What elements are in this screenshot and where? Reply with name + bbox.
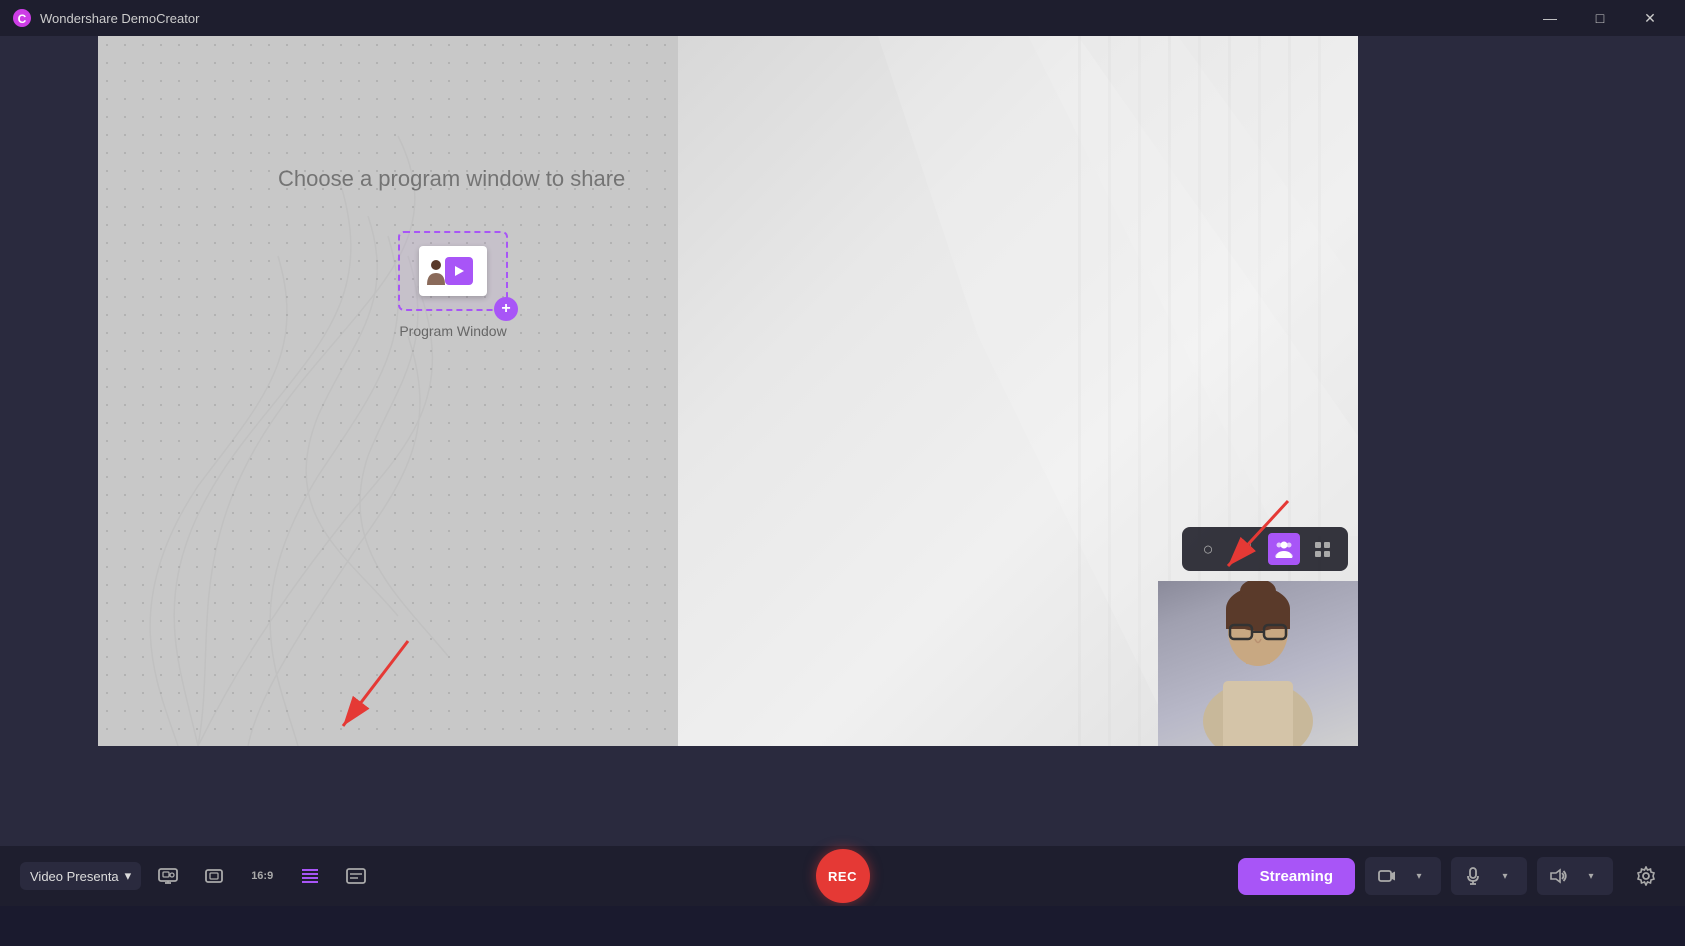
webcam-person-btn[interactable]	[1268, 533, 1300, 565]
play-triangle-icon	[452, 264, 466, 278]
app-logo: C	[12, 8, 32, 28]
caption-button[interactable]	[337, 857, 375, 895]
screen-icon	[158, 868, 178, 884]
overlay-button[interactable]	[195, 857, 233, 895]
webcam-circle-btn[interactable]: ○	[1192, 533, 1224, 565]
record-button[interactable]: REC	[816, 849, 870, 903]
bottom-toolbar: Video Presenta ▾ 16:9	[0, 846, 1685, 906]
stripe-pattern-icon	[300, 867, 320, 885]
add-program-button[interactable]: +	[494, 297, 518, 321]
webcam-square-btn[interactable]: □	[1230, 533, 1262, 565]
webcam-controls-panel: ○ □	[1182, 527, 1348, 571]
mic-group: ▾	[1451, 857, 1527, 895]
title-bar: C Wondershare DemoCreator — □ ✕	[0, 0, 1685, 36]
program-window-inner	[419, 246, 487, 296]
webcam-grid-btn[interactable]	[1306, 533, 1338, 565]
minimize-button[interactable]: —	[1527, 3, 1573, 33]
streaming-button[interactable]: Streaming	[1238, 858, 1355, 895]
person-icon	[425, 257, 447, 285]
toolbar-left: Video Presenta ▾ 16:9	[20, 857, 375, 895]
mic-icon	[1466, 867, 1480, 885]
canvas-area: Choose a program window to share	[98, 36, 1358, 746]
webcam-overlay	[1158, 581, 1358, 746]
play-button-icon	[445, 257, 473, 285]
ratio-label: 16:9	[251, 870, 273, 882]
ratio-button[interactable]: 16:9	[241, 857, 283, 895]
webcam-grid-icon	[1314, 541, 1331, 558]
close-button[interactable]: ✕	[1627, 3, 1673, 33]
caption-icon	[346, 868, 366, 884]
toolbar-center: REC	[816, 849, 870, 903]
camera-chevron-button[interactable]: ▾	[1403, 860, 1435, 892]
speaker-button[interactable]	[1543, 860, 1575, 892]
camera-button[interactable]	[1371, 860, 1403, 892]
speaker-icon	[1550, 868, 1568, 884]
svg-text:C: C	[18, 12, 27, 26]
dropdown-chevron-icon: ▾	[125, 868, 132, 884]
window-controls: — □ ✕	[1527, 3, 1673, 33]
gear-icon	[1636, 866, 1656, 886]
palm-shadow	[98, 36, 678, 746]
choose-window-text: Choose a program window to share	[278, 166, 625, 192]
overlay-icon	[204, 868, 224, 884]
speaker-chevron-button[interactable]: ▾	[1575, 860, 1607, 892]
speaker-group: ▾	[1537, 857, 1613, 895]
toolbar-right: Streaming ▾	[1238, 857, 1665, 895]
settings-button[interactable]	[1627, 857, 1665, 895]
video-preset-label: Video Presenta	[30, 869, 119, 884]
webcam-person-icon	[1275, 540, 1293, 558]
camera-icon	[1378, 868, 1396, 884]
stripe-pattern-button[interactable]	[291, 857, 329, 895]
program-window-icon[interactable]: +	[398, 231, 508, 311]
title-bar-left: C Wondershare DemoCreator	[12, 8, 199, 28]
program-window-widget[interactable]: + Program Window	[398, 231, 508, 339]
main-area: Choose a program window to share	[0, 36, 1685, 906]
mic-chevron-button[interactable]: ▾	[1489, 860, 1521, 892]
program-window-label: Program Window	[399, 323, 506, 339]
mic-button[interactable]	[1457, 860, 1489, 892]
camera-group: ▾	[1365, 857, 1441, 895]
webcam-person-svg	[1168, 581, 1348, 746]
app-title: Wondershare DemoCreator	[40, 11, 199, 26]
maximize-button[interactable]: □	[1577, 3, 1623, 33]
screen-button[interactable]	[149, 857, 187, 895]
video-preset-dropdown[interactable]: Video Presenta ▾	[20, 862, 141, 890]
dotted-background	[98, 36, 678, 746]
